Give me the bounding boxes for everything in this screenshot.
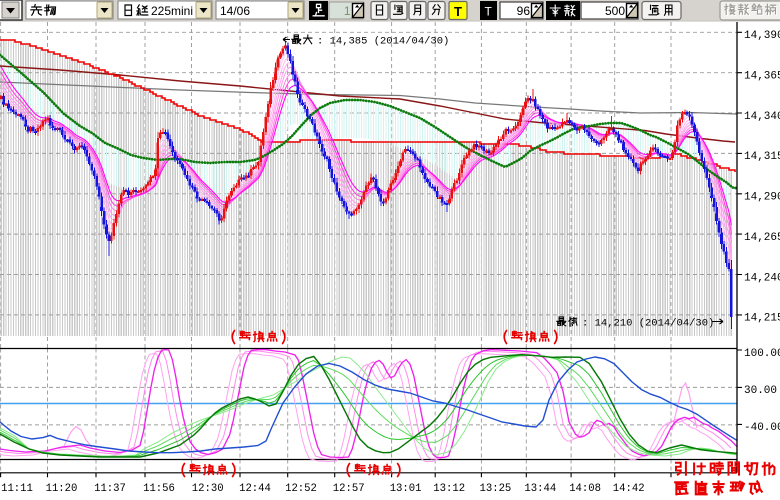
svg-text:500: 500 [605, 4, 625, 18]
svg-text:14,315: 14,315 [744, 151, 780, 163]
svg-text:13:12: 13:12 [433, 483, 465, 495]
svg-text:12:30: 12:30 [192, 483, 224, 495]
svg-text:14,215: 14,215 [744, 313, 780, 325]
svg-text:14,290: 14,290 [744, 192, 780, 204]
svg-text:T: T [485, 5, 493, 19]
svg-text:14,365: 14,365 [744, 71, 780, 83]
svg-text:12:52: 12:52 [285, 483, 317, 495]
svg-text:T: T [454, 4, 462, 19]
svg-text:14:08: 14:08 [569, 483, 601, 495]
svg-text:14,240: 14,240 [744, 272, 780, 284]
svg-text:1: 1 [344, 4, 351, 18]
svg-text:13:01: 13:01 [390, 483, 422, 495]
svg-text:14,340: 14,340 [744, 111, 780, 123]
svg-text:30.00: 30.00 [744, 385, 777, 397]
svg-text:12:57: 12:57 [333, 483, 365, 495]
svg-text:14,265: 14,265 [744, 232, 780, 244]
svg-text:11:37: 11:37 [94, 483, 126, 495]
svg-text:13:25: 13:25 [480, 483, 512, 495]
svg-text:225mini: 225mini [151, 4, 193, 18]
svg-text:11:11: 11:11 [1, 483, 33, 495]
svg-text:-40.00: -40.00 [744, 422, 780, 434]
svg-text:100.00: 100.00 [744, 348, 780, 360]
svg-text:: 14,210 (2014/04/30): : 14,210 (2014/04/30) [582, 318, 714, 330]
svg-text:11:56: 11:56 [143, 483, 175, 495]
svg-text:12:44: 12:44 [239, 483, 271, 495]
svg-text:13:44: 13:44 [524, 483, 556, 495]
svg-text:14,390: 14,390 [744, 30, 780, 42]
svg-text:11:20: 11:20 [46, 483, 78, 495]
svg-text:14/06: 14/06 [220, 4, 250, 18]
svg-text:14:42: 14:42 [613, 483, 645, 495]
svg-text:: 14,385 (2014/04/30): : 14,385 (2014/04/30) [317, 36, 449, 48]
svg-text:96: 96 [517, 4, 531, 18]
